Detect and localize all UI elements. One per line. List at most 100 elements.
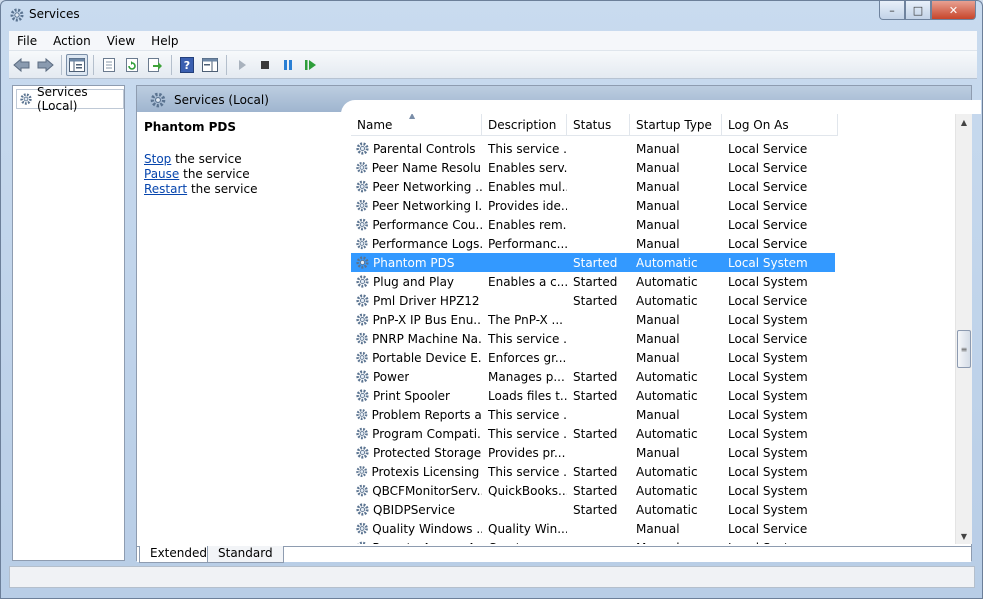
restart-link[interactable]: Restart (144, 182, 187, 196)
service-name: Plug and Play (373, 274, 455, 289)
back-button[interactable] (11, 54, 33, 76)
service-name: Peer Networking I... (372, 198, 482, 213)
pause-service-button[interactable] (277, 54, 299, 76)
table-row[interactable]: QBIDPService Started Automatic Local System (351, 500, 835, 519)
table-row[interactable]: Performance Cou... Enables rem... Manual Lo… (351, 215, 835, 234)
table-row[interactable]: Quality Windows ... Quality Win... Manual L… (351, 519, 835, 538)
table-row[interactable]: Peer Networking ... Enables mul... Manual L… (351, 177, 835, 196)
service-description: Loads files t... (488, 388, 567, 403)
service-name: Remote Access A... (372, 541, 482, 545)
service-name: QBCFMonitorServ... (372, 483, 482, 498)
table-row[interactable]: Program Compati... This service ... Starte… (351, 424, 835, 443)
column-header-status[interactable]: Status (567, 114, 630, 136)
service-description: Enables a c... (488, 274, 567, 289)
scroll-up-arrow-icon[interactable]: ▲ (956, 114, 972, 130)
table-row[interactable]: PnP-X IP Bus Enu... The PnP-X ... Manual Lo… (351, 310, 835, 329)
table-row[interactable]: Problem Reports a... This service ... Manu… (351, 405, 835, 424)
pause-link[interactable]: Pause (144, 167, 179, 181)
table-row[interactable]: Peer Name Resolu... Enables serv... Manual… (351, 158, 835, 177)
restart-service-button[interactable] (300, 54, 322, 76)
service-startup-type: Manual (636, 160, 680, 175)
toolbar-separator (61, 54, 62, 75)
service-name: Peer Networking ... (372, 179, 482, 194)
refresh-button[interactable] (121, 54, 143, 76)
column-header-log-on-as[interactable]: Log On As (722, 114, 838, 136)
tree-node-label: Services (Local) (37, 85, 88, 113)
service-description: Provides ide... (488, 198, 567, 213)
service-log-on-as: Local System (728, 407, 808, 422)
services-gear-icon (20, 93, 32, 105)
service-name-cell: Portable Device E... (351, 350, 482, 365)
properties-icon (103, 57, 115, 72)
column-header-startup-type[interactable]: Startup Type (630, 114, 722, 136)
service-log-on-as: Local Service (728, 179, 808, 194)
help-button[interactable]: ? (176, 54, 198, 76)
service-startup-type: Automatic (636, 464, 698, 479)
table-row[interactable]: Parental Controls This service ... Manual L… (351, 139, 835, 158)
service-startup-type: Automatic (636, 255, 698, 270)
table-row[interactable]: Remote Access A...Creates a c... ManualLo… (351, 538, 835, 544)
stop-service-icon (261, 60, 269, 69)
service-name-cell: Remote Access A... (351, 540, 482, 544)
table-row[interactable]: Portable Device E... Enforces gr... Manual… (351, 348, 835, 367)
menu-file[interactable]: File (9, 34, 45, 48)
scroll-down-arrow-icon[interactable]: ▼ (956, 528, 972, 544)
stop-link[interactable]: Stop (144, 152, 171, 166)
show-hide-console-tree-icon (69, 57, 85, 72)
properties-button[interactable] (98, 54, 120, 76)
service-startup-type: Manual (636, 179, 680, 194)
service-name-cell: Power (351, 369, 482, 384)
service-name-cell: Pml Driver HPZ12 (351, 293, 482, 308)
forward-button[interactable] (34, 54, 56, 76)
table-row[interactable]: PNRP Machine Na... This service ... Manual… (351, 329, 835, 348)
service-name-cell: Peer Networking ... (351, 179, 482, 194)
service-description: Enables serv... (488, 160, 567, 175)
menu-help[interactable]: Help (143, 34, 186, 48)
vertical-scrollbar[interactable]: ▲ ≡ ▼ (955, 114, 972, 544)
service-description: This service ... (488, 426, 567, 441)
service-gear-icon (356, 484, 368, 497)
stop-service-button[interactable] (254, 54, 276, 76)
service-log-on-as: Local Service (728, 236, 808, 251)
service-description: This service ... (488, 141, 567, 156)
view-tabs: Extended Standard (137, 546, 971, 563)
column-header-description[interactable]: Description (482, 114, 567, 136)
minimize-button[interactable]: – (879, 1, 905, 20)
menu-action[interactable]: Action (45, 34, 99, 48)
service-log-on-as: Local System (728, 483, 808, 498)
service-gear-icon (356, 313, 369, 326)
scrollbar-thumb[interactable]: ≡ (957, 330, 971, 368)
show-action-pane-button[interactable] (199, 54, 221, 76)
table-row[interactable]: Print Spooler Loads files t... Started Auto… (351, 386, 835, 405)
service-name-cell: Problem Reports a... (351, 407, 482, 422)
show-hide-console-tree-button[interactable] (66, 53, 88, 76)
table-row[interactable]: Peer Networking I... Provides ide... Manua… (351, 196, 835, 215)
service-gear-icon (356, 522, 368, 535)
service-log-on-as: Local Service (728, 293, 808, 308)
table-row[interactable]: Phantom PDS Started Automatic Local System (351, 253, 835, 272)
service-startup-type: Manual (636, 407, 680, 422)
service-log-on-as: Local System (728, 388, 808, 403)
export-list-button[interactable] (144, 54, 166, 76)
service-log-on-as: Local System (728, 255, 808, 270)
table-row[interactable]: Performance Logs... Performanc... Manual Lo… (351, 234, 835, 253)
start-service-button[interactable] (231, 54, 253, 76)
status-bar (9, 566, 975, 588)
service-name: Print Spooler (373, 388, 450, 403)
service-gear-icon (356, 446, 369, 459)
selected-service-name: Phantom PDS (144, 120, 237, 134)
column-header-name[interactable]: ▲ Name (351, 114, 482, 136)
service-description: Performanc... (488, 236, 567, 251)
menu-view[interactable]: View (99, 34, 143, 48)
tree-node-services-local[interactable]: Services (Local) (16, 85, 124, 113)
close-button[interactable]: ✕ (931, 1, 976, 20)
table-row[interactable]: Protexis Licensing ... This service ... St… (351, 462, 835, 481)
maximize-button[interactable]: □ (905, 1, 931, 20)
table-row[interactable]: QBCFMonitorServ... QuickBooks... Started Au… (351, 481, 835, 500)
table-row[interactable]: Protected Storage Provides pr... Manual Loc… (351, 443, 835, 462)
table-row[interactable]: Power Manages p... Started Automatic Local S… (351, 367, 835, 386)
title-bar[interactable]: Services – □ ✕ (1, 1, 982, 29)
table-row[interactable]: Pml Driver HPZ12 Started Automatic Local Se… (351, 291, 835, 310)
table-row[interactable]: Plug and Play Enables a c... Started Automa… (351, 272, 835, 291)
tab-standard[interactable]: Standard (207, 546, 284, 563)
